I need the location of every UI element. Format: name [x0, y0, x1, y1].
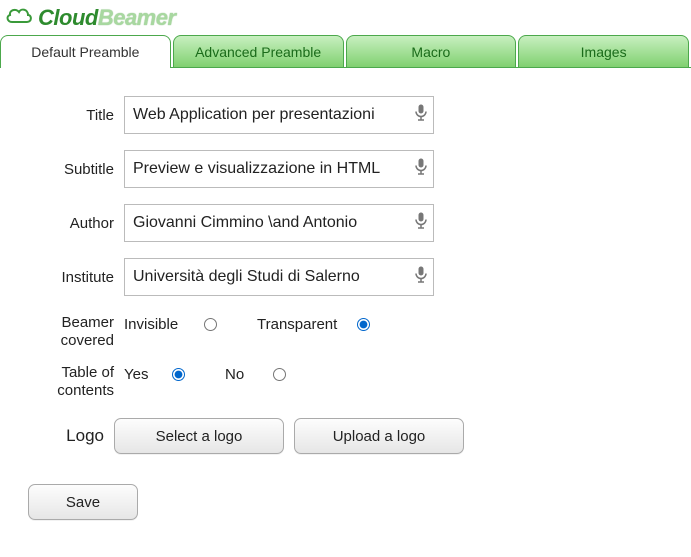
label-toc: Table of contents	[20, 362, 124, 400]
tab-label: Default Preamble	[31, 44, 139, 60]
radio-toc-yes[interactable]	[172, 368, 185, 381]
tab-images[interactable]: Images	[518, 35, 689, 67]
radio-option-invisible[interactable]: Invisible	[124, 316, 257, 333]
label-beamer-covered: Beamer covered	[20, 312, 124, 350]
label-logo: Logo	[20, 426, 114, 446]
upload-logo-button[interactable]: Upload a logo	[294, 418, 464, 454]
cloud-icon	[4, 4, 34, 31]
radio-invisible[interactable]	[204, 318, 217, 331]
radio-option-toc-yes[interactable]: Yes	[124, 366, 225, 383]
label-subtitle: Subtitle	[20, 161, 124, 178]
title-input[interactable]	[124, 96, 434, 134]
app-logo: CloudBeamer	[0, 0, 691, 33]
tabs: Default Preamble Advanced Preamble Macro…	[0, 35, 691, 67]
label-author: Author	[20, 215, 124, 232]
radio-option-transparent[interactable]: Transparent	[257, 316, 410, 333]
tab-advanced-preamble[interactable]: Advanced Preamble	[173, 35, 344, 67]
label-title: Title	[20, 107, 124, 124]
opt-label: Transparent	[257, 316, 357, 333]
radio-option-toc-no[interactable]: No	[225, 366, 326, 383]
brand-beamer: Beamer	[98, 5, 176, 31]
select-logo-button[interactable]: Select a logo	[114, 418, 284, 454]
tab-macro[interactable]: Macro	[346, 35, 517, 67]
radio-transparent[interactable]	[357, 318, 370, 331]
author-input[interactable]	[124, 204, 434, 242]
tab-label: Advanced Preamble	[195, 44, 321, 60]
panel-default-preamble: Title Subtitle Author Institute	[0, 67, 691, 540]
brand-cloud: Cloud	[38, 5, 98, 31]
subtitle-input[interactable]	[124, 150, 434, 188]
radio-toc-no[interactable]	[273, 368, 286, 381]
opt-label: Invisible	[124, 316, 204, 333]
label-institute: Institute	[20, 269, 124, 286]
opt-label: Yes	[124, 366, 172, 383]
tab-label: Images	[581, 44, 627, 60]
opt-label: No	[225, 366, 273, 383]
institute-input[interactable]	[124, 258, 434, 296]
tab-label: Macro	[411, 44, 450, 60]
save-button[interactable]: Save	[28, 484, 138, 520]
tab-default-preamble[interactable]: Default Preamble	[0, 35, 171, 67]
